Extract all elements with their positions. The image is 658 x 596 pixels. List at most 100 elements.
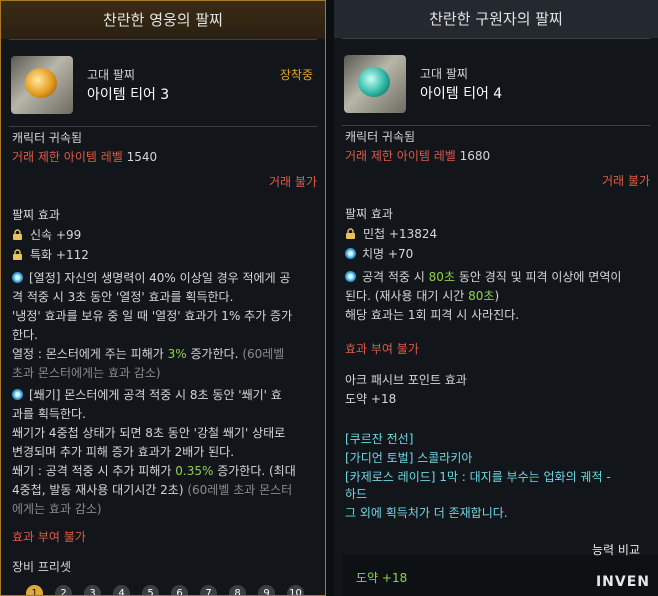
trade-status: 거래 불가 — [269, 175, 317, 189]
effect-text: 된다. (재사용 대기 시간 — [345, 289, 465, 303]
effect-value: 80초 — [468, 289, 495, 303]
divider — [9, 126, 317, 127]
stat-line: 특화 +112 — [12, 246, 317, 264]
item-tier: 아이템 티어 3 — [87, 87, 170, 103]
effects-heading: 팔찌 효과 — [12, 208, 60, 222]
tooltip-panel-compare: 찬란한 구원자의 팔찌 고대 팔찌 아이템 티어 4 캐릭터 귀속됨 거래 제한… — [334, 0, 658, 596]
effect-note: 초과 몬스터에게는 효과 감소) — [12, 366, 161, 380]
source-line: [가디언 토벌] 스콜라키아 — [345, 451, 473, 465]
stat-value: 신속 +99 — [30, 228, 82, 242]
preset-button-3[interactable]: 3 — [84, 585, 101, 595]
source-line: 하드 — [345, 487, 368, 501]
divider — [9, 39, 317, 40]
preset-button-6[interactable]: 6 — [171, 585, 188, 595]
divider — [342, 125, 650, 126]
item-header: 고대 팔찌 아이템 티어 3 장착중 — [1, 44, 325, 126]
item-details: 캐릭터 귀속됨 거래 제한 아이템 레벨 1680 거래 불가 팔찌 효과 민첩… — [345, 128, 650, 553]
effect-value: 3% — [167, 347, 187, 361]
divider — [342, 38, 650, 39]
preset-button-2[interactable]: 2 — [55, 585, 72, 595]
effect-text: [열정] 자신의 생명력이 40% 이상일 경우 적에게 공 — [29, 271, 291, 285]
effect-text: [쐐기] 몬스터에게 공격 적중 시 8초 동안 '쐐기' 효 — [29, 388, 282, 402]
effect-text: ) — [494, 289, 500, 303]
effect-text: '냉정' 효과를 보유 중 일 때 '열정' 효과가 1% 추가 증가 — [12, 309, 293, 323]
trade-level-row: 거래 제한 아이템 레벨 1680 — [345, 147, 650, 165]
item-header: 고대 팔찌 아이템 티어 4 — [334, 43, 658, 125]
effect-text-line: 열정 : 몬스터에게 주는 피해가 3% 증가한다. (60레벨 — [12, 345, 317, 363]
effects-heading: 팔찌 효과 — [345, 207, 393, 221]
effect-text: 열정 : 몬스터에게 주는 피해가 — [12, 347, 164, 361]
stat-value: 특화 +112 — [30, 248, 89, 262]
trade-level-label: 거래 제한 아이템 레벨 — [12, 150, 123, 164]
trade-status: 거래 불가 — [602, 174, 650, 188]
effect-text: 증가한다. — [190, 347, 239, 361]
trade-level-label: 거래 제한 아이템 레벨 — [345, 149, 456, 163]
effect-text: 쐐기 : 공격 적중 시 추가 피해가 — [12, 464, 172, 478]
ark-passive-heading: 아크 패시브 포인트 효과 — [345, 373, 467, 387]
item-title: 찬란한 구원자의 팔찌 — [334, 0, 658, 38]
effect-text: 한다. — [12, 328, 38, 342]
effect-note: 에게는 효과 감소) — [12, 502, 102, 516]
effect-text: 과를 획득한다. — [12, 407, 86, 421]
item-details: 캐릭터 귀속됨 거래 제한 아이템 레벨 1540 거래 불가 팔찌 효과 신속… — [12, 129, 317, 595]
source-line: [카제로스 레이드] 1막 : 대지를 부수는 업화의 궤적 - — [345, 470, 611, 484]
source-line: [쿠르잔 전선] — [345, 432, 414, 446]
effect-text-line: 공격 적중 시 80초 동안 경직 및 피격 이상에 면역이 — [345, 268, 650, 286]
item-grade: 고대 팔찌 — [87, 68, 135, 82]
swirl-icon — [345, 248, 356, 259]
effect-text: 4중첩, 발동 재사용 대기시간 2초) — [12, 483, 184, 497]
preset-button-9[interactable]: 9 — [258, 585, 275, 595]
lock-icon — [13, 249, 22, 260]
swirl-icon — [345, 271, 356, 282]
preset-button-4[interactable]: 4 — [113, 585, 130, 595]
trade-level-row: 거래 제한 아이템 레벨 1540 — [12, 148, 317, 166]
stat-value: 민첩 +13824 — [363, 227, 438, 241]
bracelet-icon — [344, 55, 406, 113]
effect-passion-line: [열정] 자신의 생명력이 40% 이상일 경우 적에게 공 — [12, 269, 317, 287]
effect-text: 공격 적중 시 — [362, 270, 425, 284]
stat-value: 치명 +70 — [362, 247, 414, 261]
item-tier: 아이템 티어 4 — [420, 86, 503, 102]
trade-level-value: 1540 — [126, 150, 158, 164]
preset-button-5[interactable]: 5 — [142, 585, 159, 595]
bound-text: 캐릭터 귀속됨 — [345, 130, 416, 144]
effect-text: 격 적중 시 3초 동안 '열정' 효과를 획득한다. — [12, 290, 234, 304]
tooltip-panel-equipped: 찬란한 영웅의 팔찌 고대 팔찌 아이템 티어 3 장착중 캐릭터 귀속됨 거래… — [0, 0, 326, 596]
inven-watermark: INVEN — [595, 574, 650, 590]
effect-text-line: 쐐기 : 공격 적중 시 추가 피해가 0.35% 증가한다. (최대 — [12, 462, 317, 480]
effect-text-line: 된다. (재사용 대기 시간 80초) — [345, 287, 650, 305]
enchant-status: 효과 부여 불가 — [345, 342, 419, 356]
preset-heading: 장비 프리셋 — [12, 560, 72, 574]
effect-note: (60레벨 — [242, 347, 285, 361]
effect-text: 증가한다. (최대 — [217, 464, 296, 478]
effect-wedge-line: [쐐기] 몬스터에게 공격 적중 시 8초 동안 '쐐기' 효 — [12, 386, 317, 404]
swirl-icon — [12, 272, 23, 283]
lock-icon — [13, 229, 22, 240]
ark-passive-value: 도약 +18 — [345, 392, 397, 406]
effect-note: (60레벨 초과 몬스터 — [187, 483, 293, 497]
trade-level-value: 1680 — [459, 149, 491, 163]
stat-line: 신속 +99 — [12, 226, 317, 244]
preset-button-8[interactable]: 8 — [229, 585, 246, 595]
preset-button-1[interactable]: 1 — [26, 585, 43, 595]
effect-text: 해당 효과는 1회 피격 시 사라진다. — [345, 308, 520, 322]
enchant-status: 효과 부여 불가 — [12, 530, 86, 544]
preset-button-10[interactable]: 10 — [287, 585, 304, 595]
bracelet-icon — [11, 56, 73, 114]
effect-value: 0.35% — [175, 464, 214, 478]
swirl-icon — [12, 389, 23, 400]
stat-line: 민첩 +13824 — [345, 225, 650, 243]
effect-value: 80초 — [428, 270, 455, 284]
stat-line: 치명 +70 — [345, 245, 650, 263]
effect-text: 동안 경직 및 피격 이상에 면역이 — [458, 270, 622, 284]
preset-button-7[interactable]: 7 — [200, 585, 217, 595]
effect-text: 쐐기가 4중첩 상태가 되면 8초 동안 '강철 쐐기' 상태로 — [12, 426, 286, 440]
item-grade: 고대 팔찌 — [420, 67, 468, 81]
lock-icon — [346, 228, 355, 239]
source-line: 그 외에 획득처가 더 존재합니다. — [345, 506, 508, 520]
bound-text: 캐릭터 귀속됨 — [12, 131, 83, 145]
effect-text-line: 4중첩, 발동 재사용 대기시간 2초) (60레벨 초과 몬스터 — [12, 481, 317, 499]
compare-label: 능력 비교 — [592, 543, 640, 557]
item-title: 찬란한 영웅의 팔찌 — [1, 1, 325, 39]
compare-value: 도약 +18 — [356, 571, 408, 585]
